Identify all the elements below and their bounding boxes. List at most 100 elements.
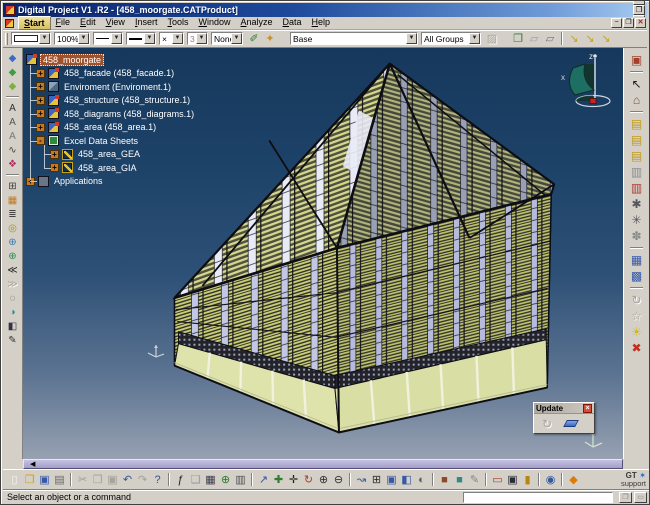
tree-item-label[interactable]: 458_structure (458_structure.1) (62, 95, 192, 105)
render-style-icon[interactable]: ◐ (414, 472, 429, 488)
tree-expander[interactable]: + (36, 123, 45, 132)
notes-pad-icon[interactable]: ▥ (628, 164, 646, 180)
tree-item-label[interactable]: 458_moorgate (40, 54, 104, 66)
point-symbol-combo[interactable]: ×▼ (159, 32, 184, 45)
target-point-icon[interactable]: ◎ (5, 221, 20, 235)
command-input[interactable] (463, 492, 613, 503)
tree-item-458_area[interactable]: +458_area (458_area.1) (25, 121, 225, 135)
menu-view[interactable]: View (101, 16, 130, 30)
tree-item-458_structure[interactable]: +458_structure (458_structure.1) (25, 94, 225, 108)
minimize-button[interactable]: − (611, 18, 622, 28)
rotate-icon[interactable]: ↻ (301, 472, 316, 488)
part-solid-blue-icon[interactable]: ◆ (5, 51, 20, 65)
select-arrow-icon[interactable]: ↖ (628, 76, 646, 92)
data-sheet-open-icon[interactable]: ▤ (628, 132, 646, 148)
report-sheet-icon[interactable]: ▥ (628, 180, 646, 196)
properties-wizard-icon[interactable]: ✦ (262, 31, 278, 46)
tree-item-label[interactable]: Excel Data Sheets (62, 136, 140, 146)
close-icon[interactable]: × (583, 404, 592, 413)
pan-icon[interactable]: ✛ (286, 472, 301, 488)
menu-analyze[interactable]: Analyze (236, 16, 278, 30)
update-palette-titlebar[interactable]: Update × (534, 403, 594, 414)
tree-expander[interactable]: + (36, 69, 45, 78)
compass-tool-icon[interactable]: ◆ (566, 472, 581, 488)
maximize-button[interactable]: ❐ (623, 18, 634, 28)
chevron-down-icon[interactable]: ▼ (144, 33, 155, 44)
link-import-icon[interactable]: ↘ (566, 31, 582, 46)
chevron-down-icon[interactable]: ▼ (231, 33, 242, 44)
tree-expander[interactable]: + (36, 109, 45, 118)
tree-item-label[interactable]: 458_area_GIA (76, 163, 139, 173)
menu-insert[interactable]: Insert (130, 16, 163, 30)
sketch-pen-icon[interactable]: ✎ (5, 333, 20, 347)
color-combo[interactable]: ▼ (11, 32, 51, 45)
view-compass[interactable]: z x (545, 50, 615, 112)
scale-combo[interactable]: 100%▼ (54, 32, 90, 45)
context-help-icon[interactable]: ? (150, 472, 165, 488)
snapshot-icon[interactable]: ▣ (505, 472, 520, 488)
paint-properties-icon[interactable]: ✐ (246, 31, 262, 46)
formula-fx-icon[interactable]: ƒ (173, 472, 188, 488)
menu-help[interactable]: Help (307, 16, 336, 30)
globe-publish-icon[interactable]: ⊕ (5, 249, 20, 263)
lasso-select-icon[interactable]: ∿ (5, 143, 20, 157)
fly-mode-icon[interactable]: ↗ (256, 472, 271, 488)
gear-process-icon[interactable]: ✱ (628, 196, 646, 212)
line-type-combo[interactable]: ▼ (93, 32, 123, 45)
tree-item-458_area_gia[interactable]: +458_area_GIA (25, 161, 225, 175)
fit-all-in-icon[interactable]: ✚ (271, 472, 286, 488)
eraser-alt-icon[interactable]: ▱ (542, 31, 558, 46)
render-combo[interactable]: None▼ (211, 32, 243, 45)
link-export-icon[interactable]: ↘ (582, 31, 598, 46)
zoom-out-icon[interactable]: ⊖ (331, 472, 346, 488)
filter-layer-icon[interactable]: ▦ (5, 193, 20, 207)
tree-item-label[interactable]: 458_facade (458_facade.1) (62, 68, 176, 78)
options-wheel-icon[interactable]: ✽ (628, 228, 646, 244)
calculator-icon[interactable]: ▦ (203, 472, 218, 488)
tree-expander[interactable]: + (50, 150, 59, 159)
power-input-button[interactable]: ▭ (634, 492, 647, 503)
close-button[interactable]: ✕ (635, 18, 646, 28)
tree-expander[interactable]: + (36, 82, 45, 91)
base-combo[interactable]: Base▼ (290, 32, 418, 45)
data-panel-icon[interactable]: ▥ (233, 472, 248, 488)
gt-support-logo[interactable]: GT ✶ support (602, 471, 646, 488)
video-camera-icon[interactable]: ◉ (543, 472, 558, 488)
tree-item-458_area_gea[interactable]: +458_area_GEA (25, 148, 225, 162)
chevron-down-icon[interactable]: ▼ (196, 33, 207, 44)
chevron-down-icon[interactable]: ▼ (469, 33, 480, 44)
look-at-view-icon[interactable]: ⌂ (628, 92, 646, 108)
color-palette-icon[interactable]: ❖ (5, 157, 20, 171)
open-folder-icon[interactable]: ❐ (22, 472, 37, 488)
tree-item-label[interactable]: 458_diagrams (458_diagrams.1) (62, 109, 196, 119)
menu-edit[interactable]: Edit (75, 16, 101, 30)
screen-overlay-icon[interactable]: ▩ (628, 268, 646, 284)
box-shaded-icon[interactable]: ■ (437, 472, 452, 488)
gear-batch-icon[interactable]: ✳ (628, 212, 646, 228)
product-window-icon[interactable]: ▣ (628, 52, 646, 68)
sketch-tracer-icon[interactable]: ✎ (467, 472, 482, 488)
chevron-down-icon[interactable]: ▼ (172, 33, 183, 44)
skip-to-start-icon[interactable]: ≪ (5, 263, 20, 277)
zoom-in-icon[interactable]: ⊕ (316, 472, 331, 488)
part-solid-lime-icon[interactable]: ◆ (5, 79, 20, 93)
light-bulb-on-icon[interactable]: ☀ (628, 324, 646, 340)
tree-expander[interactable]: - (36, 136, 45, 145)
tree-structure-icon[interactable]: ⊞ (5, 179, 20, 193)
tree-item-458_diagrams[interactable]: +458_diagrams (458_diagrams.1) (25, 107, 225, 121)
save-icon[interactable]: ▣ (37, 472, 52, 488)
title-bar[interactable]: Digital Project V1 .R2 - [458_moorgate.C… (3, 3, 647, 17)
new-document-icon[interactable]: ▯ (7, 472, 22, 488)
menu-file[interactable]: File (51, 16, 76, 30)
tree-item-458_facade[interactable]: +458_facade (458_facade.1) (25, 67, 225, 81)
measure-icon[interactable]: ▭ (490, 472, 505, 488)
groups-combo[interactable]: All Groups▼ (421, 32, 481, 45)
tree-item-enviroment[interactable]: + Enviroment (Enviroment.1) (25, 80, 225, 94)
smart-update-button[interactable] (561, 416, 581, 431)
box-teal-icon[interactable]: ■ (452, 472, 467, 488)
shade-toggle-icon[interactable]: ◧ (5, 319, 20, 333)
globe-session-icon[interactable]: ⊕ (5, 235, 20, 249)
tree-item-label[interactable]: Enviroment (Enviroment.1) (62, 82, 173, 92)
chevron-down-icon[interactable]: ▼ (111, 33, 122, 44)
zoom-region-icon[interactable]: ◌ (5, 291, 20, 305)
